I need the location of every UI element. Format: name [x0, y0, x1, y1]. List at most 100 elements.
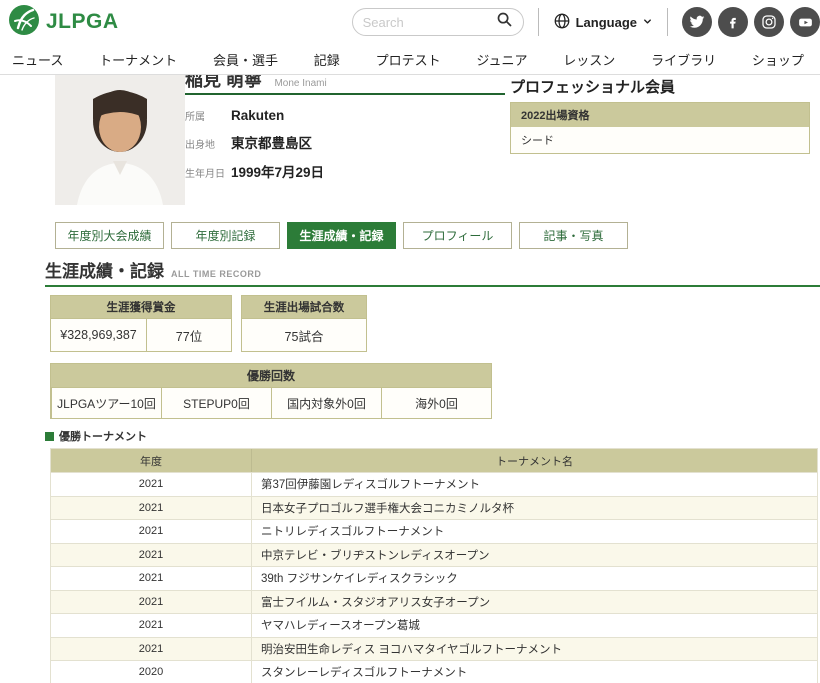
tournament-year: 2020 — [51, 661, 251, 683]
nav-item[interactable]: プロテスト — [376, 50, 441, 69]
tournament-row[interactable]: 2021 中京テレビ・ブリヂストンレディスオープン — [51, 543, 817, 567]
player-field: 所属 Rakuten — [185, 108, 505, 123]
name-underline — [185, 93, 505, 95]
search-box[interactable] — [352, 8, 524, 36]
jlpga-logo[interactable]: JLPGA — [8, 4, 119, 41]
twitter-icon[interactable] — [682, 7, 712, 37]
section-title-jp: 生涯成績・記録 — [45, 257, 164, 282]
tournaments-label: 優勝トーナメント — [45, 428, 820, 444]
profile-tab[interactable]: プロフィール — [403, 222, 512, 249]
tournaments-table-header: 年度 トーナメント名 — [51, 449, 817, 472]
nav-item[interactable]: ニュース — [12, 50, 63, 69]
tournaments-table: 年度 トーナメント名 2021 第37回伊藤園レディスゴルフトーナメント 202… — [50, 448, 818, 683]
search-icon[interactable] — [496, 11, 513, 33]
tournament-year: 2021 — [51, 544, 251, 567]
top-header: JLPGA Language — [0, 0, 820, 44]
field-value: 1999年7月29日 — [231, 161, 324, 181]
tournament-row[interactable]: 2021 日本女子プロゴルフ選手権大会コニカミノルタ杯 — [51, 496, 817, 520]
membership-title: プロフェッショナル会員 — [510, 76, 810, 97]
player-info: 稲見 萌寧 Mone Inami 所属 Rakuten 出身地 東京都豊島区 生… — [185, 75, 505, 190]
qualification-box: 2022出場資格 シード — [510, 102, 810, 154]
tournament-name: スタンレーレディスゴルフトーナメント — [251, 661, 817, 683]
career-events-value: 75試合 — [242, 319, 366, 351]
player-name: 稲見 萌寧 — [185, 75, 262, 90]
tournaments-table-body: 2021 第37回伊藤園レディスゴルフトーナメント 2021 日本女子プロゴルフ… — [51, 472, 817, 683]
wins-count-cell: 国内対象外0回 — [271, 388, 381, 418]
player-name-row: 稲見 萌寧 Mone Inami — [185, 75, 505, 90]
career-prize-amount: ¥328,969,387 — [51, 319, 146, 351]
instagram-icon[interactable] — [754, 7, 784, 37]
field-label: 生年月日 — [185, 165, 231, 180]
career-events-box: 生涯出場試合数 75試合 — [241, 295, 367, 352]
tournament-row[interactable]: 2021 39th フジサンケイレディスクラシック — [51, 566, 817, 590]
header-divider — [538, 8, 539, 36]
youtube-icon[interactable] — [790, 7, 820, 37]
column-header-name: トーナメント名 — [251, 449, 817, 472]
career-prize-header: 生涯獲得賞金 — [51, 296, 231, 319]
field-value: Rakuten — [231, 108, 284, 123]
tournament-row[interactable]: 2020 スタンレーレディスゴルフトーナメント — [51, 660, 817, 683]
tournament-year: 2021 — [51, 591, 251, 614]
player-field: 生年月日 1999年7月29日 — [185, 161, 505, 181]
tournament-name: 富士フイルム・スタジオアリス女子オープン — [251, 591, 817, 614]
tournament-year: 2021 — [51, 638, 251, 661]
nav-item[interactable]: ショップ — [752, 50, 804, 69]
tournament-row[interactable]: 2021 ヤマハレディースオープン葛城 — [51, 613, 817, 637]
tournament-row[interactable]: 2021 明治安田生命レディス ヨコハマタイヤゴルフトーナメント — [51, 637, 817, 661]
section-title-en: ALL TIME RECORD — [171, 269, 261, 279]
facebook-icon[interactable] — [718, 7, 748, 37]
tournament-row[interactable]: 2021 富士フイルム・スタジオアリス女子オープン — [51, 590, 817, 614]
tournament-year: 2021 — [51, 473, 251, 496]
wins-count-cell: 海外0回 — [381, 388, 491, 418]
tournament-row[interactable]: 2021 ニトリレディスゴルフトーナメント — [51, 519, 817, 543]
social-links — [682, 7, 820, 37]
profile-tab[interactable]: 年度別大会成績 — [55, 222, 164, 249]
tournament-name: 明治安田生命レディス ヨコハマタイヤゴルフトーナメント — [251, 638, 817, 661]
language-label: Language — [576, 15, 637, 30]
tournament-year: 2021 — [51, 614, 251, 637]
language-selector[interactable]: Language — [553, 12, 653, 33]
jlpga-logo-text: JLPGA — [46, 10, 119, 34]
tournament-year: 2021 — [51, 520, 251, 543]
career-prize-rank: 77位 — [146, 319, 231, 351]
tournaments-label-text: 優勝トーナメント — [59, 428, 147, 444]
qualification-header: 2022出場資格 — [511, 103, 809, 127]
nav-item[interactable]: ライブラリ — [651, 50, 716, 69]
header-divider — [667, 8, 668, 36]
field-label: 所属 — [185, 108, 231, 123]
tournament-year: 2021 — [51, 567, 251, 590]
membership-panel: プロフェッショナル会員 2022出場資格 シード — [510, 76, 810, 154]
player-field: 出身地 東京都豊島区 — [185, 132, 505, 152]
search-input[interactable] — [363, 15, 490, 30]
profile-tab[interactable]: 記事・写真 — [519, 222, 628, 249]
nav-item[interactable]: レッスン — [563, 50, 615, 69]
green-square-icon — [45, 432, 54, 441]
jlpga-logo-icon — [8, 4, 40, 41]
tournament-row[interactable]: 2021 第37回伊藤園レディスゴルフトーナメント — [51, 472, 817, 496]
tournament-name: 第37回伊藤園レディスゴルフトーナメント — [251, 473, 817, 496]
column-header-year: 年度 — [51, 449, 251, 472]
main-navigation: ニュース トーナメント 会員・選手 記録 プロテスト ジュニア レッスン ライブ… — [0, 44, 820, 75]
player-profile: 稲見 萌寧 Mone Inami 所属 Rakuten 出身地 東京都豊島区 生… — [0, 75, 820, 209]
nav-item[interactable]: 会員・選手 — [213, 50, 278, 69]
tournament-name: ヤマハレディースオープン葛城 — [251, 614, 817, 637]
chevron-down-icon — [642, 15, 653, 30]
player-fields: 所属 Rakuten 出身地 東京都豊島区 生年月日 1999年7月29日 — [185, 108, 505, 181]
wins-count-cell: STEPUP0回 — [161, 388, 271, 418]
nav-item[interactable]: 記録 — [314, 50, 340, 69]
wins-count-row: JLPGAツアー10回 STEPUP0回 国内対象外0回 海外0回 — [51, 388, 491, 418]
player-photo — [55, 75, 185, 205]
profile-tab[interactable]: 年度別記録 — [171, 222, 280, 249]
tournament-name: 中京テレビ・ブリヂストンレディスオープン — [251, 544, 817, 567]
globe-icon — [553, 12, 571, 33]
wins-count-cell: JLPGAツアー10回 — [51, 388, 161, 418]
nav-item[interactable]: トーナメント — [99, 50, 177, 69]
profile-tab[interactable]: 生涯成績・記録 — [287, 222, 396, 249]
nav-item[interactable]: ジュニア — [476, 50, 527, 69]
career-prize-box: 生涯獲得賞金 ¥328,969,387 77位 — [50, 295, 232, 352]
tournament-name: 39th フジサンケイレディスクラシック — [251, 567, 817, 590]
field-label: 出身地 — [185, 136, 231, 151]
career-stats: 生涯獲得賞金 ¥328,969,387 77位 生涯出場試合数 75試合 — [50, 295, 820, 352]
section-title: 生涯成績・記録 ALL TIME RECORD — [45, 257, 820, 287]
tournament-name: 日本女子プロゴルフ選手権大会コニカミノルタ杯 — [251, 497, 817, 520]
